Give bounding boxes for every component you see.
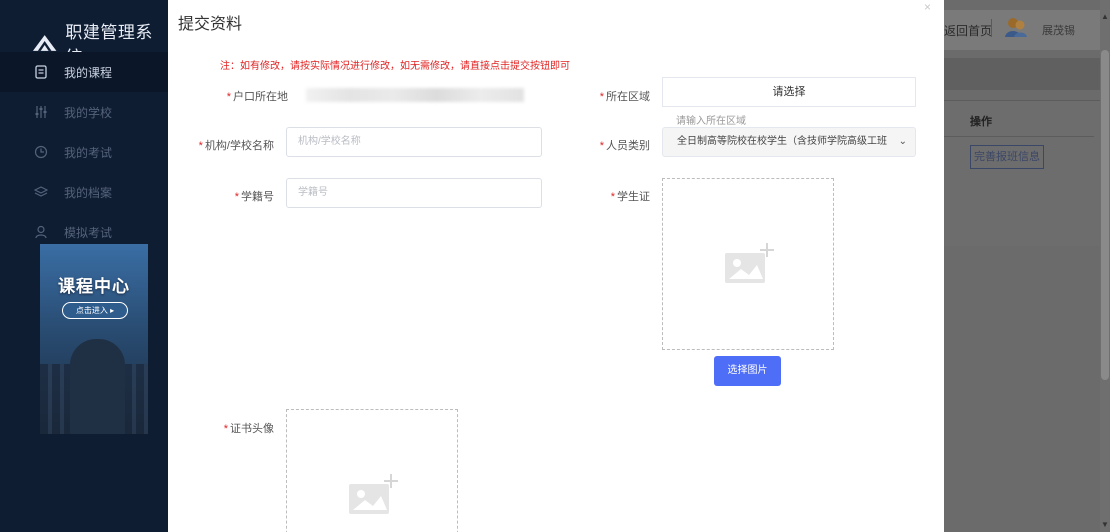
student-no-label-text: 学籍号 xyxy=(241,191,274,203)
sidebar-item-label: 我的考试 xyxy=(64,145,113,160)
header-divider xyxy=(991,19,992,37)
table-header-action: 操作 xyxy=(970,116,992,128)
scrollbar-thumb[interactable] xyxy=(1101,50,1109,380)
region-label: * 所在区域 xyxy=(568,88,650,104)
category-label: * 人员类别 xyxy=(568,137,650,153)
sidebar-item-my-exams[interactable]: 我的考试 xyxy=(0,132,168,172)
required-mark: * xyxy=(599,91,604,103)
image-placeholder-icon xyxy=(725,243,774,283)
sidebar-item-my-courses[interactable]: 我的课程 xyxy=(0,52,168,92)
notice-text: 注：如有修改，请按实际情况进行修改，如无需修改，请直接点击提交按钮即可 xyxy=(220,61,570,72)
scroll-up-icon[interactable]: ▲ xyxy=(1101,12,1109,21)
hukou-label: * 户口所在地 xyxy=(208,88,288,104)
region-select-button[interactable]: 请选择 xyxy=(662,77,916,107)
sidebar-menu: 我的课程 我的学校 我的考试 我的档案 模拟考试 xyxy=(0,52,168,252)
sidebar-item-label: 模拟考试 xyxy=(64,225,113,240)
complete-info-button[interactable]: 完善报班信息 xyxy=(970,145,1044,169)
background-toolbar xyxy=(944,58,1100,90)
school-label: * 机构/学校名称 xyxy=(188,137,274,153)
chevron-down-icon: ⌄ xyxy=(898,136,907,147)
school-label-text: 机构/学校名称 xyxy=(204,140,274,152)
scroll-down-icon[interactable]: ▼ xyxy=(1101,520,1109,529)
background-table xyxy=(944,100,1100,246)
region-label-text: 所在区域 xyxy=(606,91,650,103)
category-selected-value: 全日制高等院校在校学生（含技师学院高级工班 xyxy=(677,136,887,147)
hukou-label-text: 户口所在地 xyxy=(233,91,288,103)
sidebar-item-label: 我的课程 xyxy=(64,65,113,80)
category-select[interactable]: 全日制高等院校在校学生（含技师学院高级工班 ⌄ xyxy=(662,127,916,157)
student-no-input[interactable]: 学籍号 xyxy=(286,178,542,208)
submit-info-dialog: 提交资料 × 注：如有修改，请按实际情况进行修改，如无需修改，请直接点击提交按钮… xyxy=(168,0,944,532)
layers-icon xyxy=(34,186,48,197)
avatar-icon[interactable] xyxy=(1004,16,1028,38)
sliders-icon xyxy=(35,106,47,118)
cert-photo-label: * 证书头像 xyxy=(208,420,274,436)
banner-enter-button[interactable]: 点击进入 ▸ xyxy=(62,302,128,319)
required-mark: * xyxy=(198,140,203,152)
required-mark: * xyxy=(234,191,239,203)
sidebar-item-label: 我的学校 xyxy=(64,105,113,120)
required-mark: * xyxy=(223,423,228,435)
user-icon xyxy=(35,225,47,239)
school-name-input[interactable]: 机构/学校名称 xyxy=(286,127,542,157)
required-mark: * xyxy=(226,91,231,103)
banner-title: 课程中心 xyxy=(58,277,130,296)
category-label-text: 人员类别 xyxy=(606,140,650,152)
close-icon[interactable]: × xyxy=(924,0,931,14)
sidebar: 职建管理系统 我的课程 我的学校 我的考试 我的档案 模拟考试 课程中心 点击进… xyxy=(0,0,168,532)
region-hint: 请输入所在区域 xyxy=(676,116,746,127)
student-card-label-text: 学生证 xyxy=(617,191,650,203)
user-name[interactable]: 展茂锡 xyxy=(1042,22,1075,38)
dialog-title: 提交资料 xyxy=(178,16,243,33)
image-placeholder-icon xyxy=(349,474,398,514)
course-center-banner[interactable]: 课程中心 点击进入 ▸ xyxy=(40,244,148,434)
clock-icon xyxy=(34,145,48,159)
student-card-label: * 学生证 xyxy=(588,188,650,204)
hukou-value-blurred xyxy=(306,88,524,102)
banner-worker-graphic xyxy=(70,339,125,434)
required-mark: * xyxy=(599,140,604,152)
sidebar-item-my-school[interactable]: 我的学校 xyxy=(0,92,168,132)
home-link[interactable]: 返回首页 xyxy=(944,22,992,39)
student-no-label: * 学籍号 xyxy=(208,188,274,204)
table-divider xyxy=(944,136,1094,137)
choose-image-button[interactable]: 选择图片 xyxy=(714,356,781,386)
student-card-upload-box[interactable] xyxy=(662,178,834,350)
cert-photo-upload-box[interactable] xyxy=(286,409,458,532)
sidebar-item-label: 我的档案 xyxy=(64,185,113,200)
document-icon xyxy=(35,65,47,79)
cert-photo-label-text: 证书头像 xyxy=(230,423,274,435)
required-mark: * xyxy=(610,191,615,203)
sidebar-item-my-archive[interactable]: 我的档案 xyxy=(0,172,168,212)
